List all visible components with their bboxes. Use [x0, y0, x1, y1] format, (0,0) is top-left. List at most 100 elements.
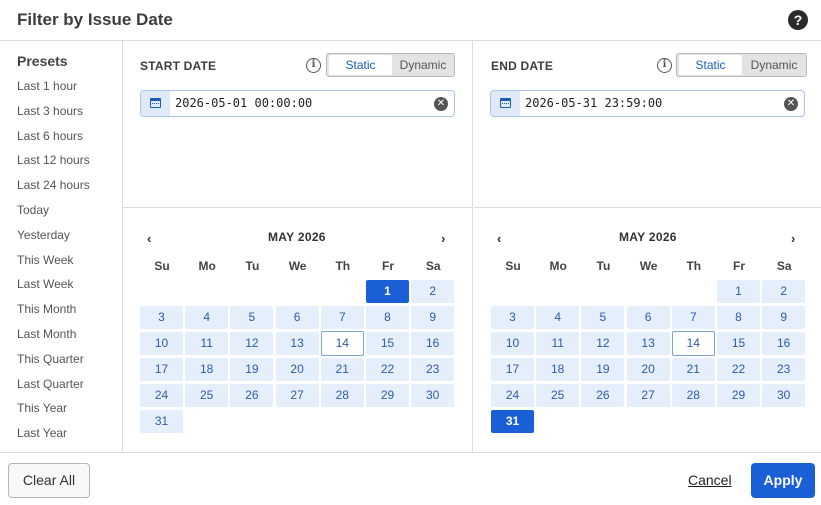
- preset-item[interactable]: Today: [17, 203, 49, 217]
- info-icon[interactable]: i: [306, 58, 321, 73]
- calendar-day[interactable]: 12: [581, 332, 625, 355]
- calendar-day[interactable]: 28: [320, 384, 364, 407]
- calendar-day[interactable]: 4: [536, 306, 580, 329]
- calendar-day[interactable]: 22: [366, 358, 409, 381]
- calendar-day[interactable]: 18: [185, 358, 229, 381]
- next-month-button[interactable]: ›: [441, 231, 445, 246]
- calendar-day[interactable]: 16: [411, 332, 455, 355]
- calendar-day[interactable]: 4: [185, 306, 229, 329]
- preset-item[interactable]: Last 24 hours: [17, 178, 90, 192]
- calendar-day[interactable]: 29: [717, 384, 760, 407]
- start-date-input[interactable]: 2026-05-01 00:00:00 ✕: [140, 90, 455, 117]
- clear-all-button[interactable]: Clear All: [8, 463, 90, 498]
- calendar-day[interactable]: 14: [671, 331, 715, 356]
- weekday-header: Fr: [382, 259, 394, 273]
- preset-item[interactable]: Last 12 hours: [17, 153, 90, 167]
- calendar-day[interactable]: 24: [140, 384, 183, 407]
- calendar-day[interactable]: 12: [230, 332, 274, 355]
- calendar-day[interactable]: 17: [140, 358, 183, 381]
- calendar-day[interactable]: 23: [762, 358, 806, 381]
- calendar-day[interactable]: 19: [581, 358, 625, 381]
- preset-item[interactable]: This Week: [17, 253, 73, 267]
- calendar-day[interactable]: 25: [536, 384, 580, 407]
- calendar-day[interactable]: 24: [491, 384, 534, 407]
- calendar-day[interactable]: 9: [411, 306, 455, 329]
- clear-x-icon[interactable]: ✕: [784, 97, 798, 111]
- preset-item[interactable]: This Month: [17, 302, 76, 316]
- calendar-day[interactable]: 15: [366, 332, 409, 355]
- calendar-day[interactable]: 26: [581, 384, 625, 407]
- calendar-day[interactable]: 29: [366, 384, 409, 407]
- calendar-icon[interactable]: [491, 91, 520, 116]
- calendar-day[interactable]: 21: [320, 358, 364, 381]
- calendar-day[interactable]: 1: [717, 280, 760, 303]
- end-date-input[interactable]: 2026-05-31 23:59:00 ✕: [490, 90, 805, 117]
- apply-button[interactable]: Apply: [751, 463, 815, 498]
- calendar-day[interactable]: 11: [185, 332, 229, 355]
- calendar-day[interactable]: 10: [140, 332, 183, 355]
- calendar-icon[interactable]: [141, 91, 170, 116]
- preset-item[interactable]: Last Year: [17, 426, 67, 440]
- preset-item[interactable]: Last 3 hours: [17, 104, 83, 118]
- start-dynamic-option[interactable]: Dynamic: [392, 55, 454, 75]
- calendar-day[interactable]: 6: [626, 306, 670, 329]
- start-static-option[interactable]: Static: [329, 55, 392, 75]
- calendar-day[interactable]: 30: [762, 384, 806, 407]
- preset-item[interactable]: Yesterday: [17, 228, 70, 242]
- calendar-day[interactable]: 15: [717, 332, 760, 355]
- preset-item[interactable]: Last Week: [17, 277, 73, 291]
- calendar-day-selected[interactable]: 31: [491, 410, 534, 433]
- calendar-day[interactable]: 18: [536, 358, 580, 381]
- calendar-day[interactable]: 14: [320, 331, 364, 356]
- calendar-day[interactable]: 26: [230, 384, 274, 407]
- calendar-day[interactable]: 27: [275, 384, 319, 407]
- calendar-day[interactable]: 7: [320, 306, 364, 329]
- calendar-day[interactable]: 16: [762, 332, 806, 355]
- cancel-button[interactable]: Cancel: [688, 472, 732, 488]
- calendar-day[interactable]: 3: [491, 306, 534, 329]
- calendar-day[interactable]: 31: [140, 410, 183, 433]
- calendar-day[interactable]: 8: [717, 306, 760, 329]
- help-icon[interactable]: ?: [788, 10, 808, 30]
- calendar-day[interactable]: 8: [366, 306, 409, 329]
- calendar-day[interactable]: 23: [411, 358, 455, 381]
- preset-item[interactable]: This Year: [17, 401, 67, 415]
- preset-item[interactable]: Last 6 hours: [17, 129, 83, 143]
- calendar-day[interactable]: 21: [671, 358, 715, 381]
- calendar-day[interactable]: 28: [671, 384, 715, 407]
- preset-item[interactable]: Last 1 hour: [17, 79, 77, 93]
- end-static-option[interactable]: Static: [679, 55, 742, 75]
- calendar-day[interactable]: 20: [626, 358, 670, 381]
- calendar-day[interactable]: 13: [275, 332, 319, 355]
- start-date-controls: START DATE i Static Dynamic 2026-05-01 0…: [123, 41, 472, 208]
- calendar-day[interactable]: 5: [230, 306, 274, 329]
- calendar-day[interactable]: 22: [717, 358, 760, 381]
- calendar-day[interactable]: 13: [626, 332, 670, 355]
- end-dynamic-option[interactable]: Dynamic: [742, 55, 806, 75]
- info-icon[interactable]: i: [657, 58, 672, 73]
- calendar-day[interactable]: 17: [491, 358, 534, 381]
- preset-item[interactable]: Last Quarter: [17, 377, 84, 391]
- calendar-day[interactable]: 7: [671, 306, 715, 329]
- prev-month-button[interactable]: ‹: [497, 231, 501, 246]
- calendar-day[interactable]: 3: [140, 306, 183, 329]
- calendar-day[interactable]: 25: [185, 384, 229, 407]
- calendar-day[interactable]: 2: [762, 280, 806, 303]
- clear-x-icon[interactable]: ✕: [434, 97, 448, 111]
- next-month-button[interactable]: ›: [791, 231, 795, 246]
- calendar-day[interactable]: 30: [411, 384, 455, 407]
- calendar-day[interactable]: 11: [536, 332, 580, 355]
- calendar-day[interactable]: 20: [275, 358, 319, 381]
- calendar-day[interactable]: 10: [491, 332, 534, 355]
- calendar-day[interactable]: 9: [762, 306, 806, 329]
- calendar-day[interactable]: 27: [626, 384, 670, 407]
- start-date-value: 2026-05-01 00:00:00: [175, 96, 313, 110]
- calendar-day[interactable]: 19: [230, 358, 274, 381]
- calendar-day[interactable]: 2: [411, 280, 455, 303]
- calendar-day[interactable]: 6: [275, 306, 319, 329]
- preset-item[interactable]: Last Month: [17, 327, 76, 341]
- preset-item[interactable]: This Quarter: [17, 352, 84, 366]
- prev-month-button[interactable]: ‹: [147, 231, 151, 246]
- calendar-day-selected[interactable]: 1: [366, 280, 409, 303]
- calendar-day[interactable]: 5: [581, 306, 625, 329]
